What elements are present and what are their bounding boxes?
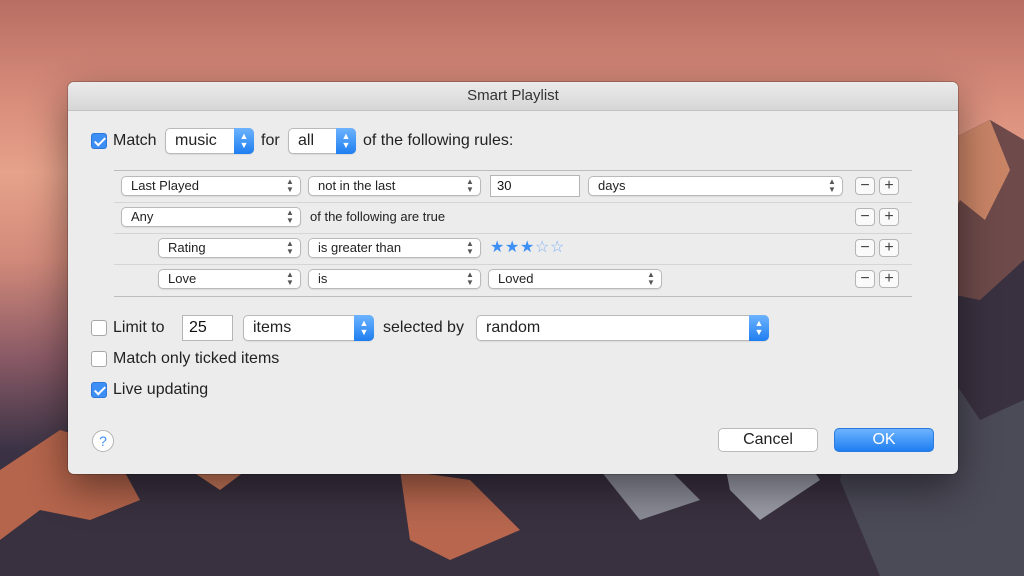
rule-field-popup[interactable]: Rating ▲ ▼ (158, 238, 301, 258)
chevron-updown-icon: ▲ ▼ (286, 239, 294, 256)
star-filled-icon[interactable]: ★ (490, 239, 504, 257)
smart-playlist-dialog: Smart Playlist Match music ▲ ▼ for all ▲ ▼… (68, 82, 958, 474)
rule-field-value: Last Played (131, 178, 199, 193)
remove-rule-button[interactable]: − (855, 177, 875, 195)
selected-by-popup[interactable]: random ▲ ▼ (476, 315, 769, 341)
chevron-updown-icon: ▲ ▼ (336, 128, 356, 154)
rule-value-value: Loved (498, 271, 534, 286)
match-checkbox[interactable] (91, 133, 107, 149)
for-label: for (261, 132, 280, 149)
media-kind-popup[interactable]: music ▲ ▼ (165, 128, 254, 154)
limit-unit-popup[interactable]: items ▲ ▼ (243, 315, 374, 341)
media-kind-value: music (175, 132, 217, 149)
add-rule-button[interactable]: + (879, 177, 899, 195)
ok-button[interactable]: OK (834, 428, 934, 452)
add-rule-button[interactable]: + (879, 208, 899, 226)
add-rule-button[interactable]: + (879, 270, 899, 288)
chevron-updown-icon: ▲ ▼ (234, 128, 254, 154)
remove-rule-button[interactable]: − (855, 208, 875, 226)
match-suffix-label: of the following rules: (363, 132, 514, 149)
remove-rule-button[interactable]: − (855, 239, 875, 257)
chevron-updown-icon: ▲ ▼ (286, 270, 294, 287)
rule-field-value: Rating (168, 240, 206, 255)
match-scope-value: all (298, 132, 315, 149)
live-updating-checkbox[interactable] (91, 382, 107, 398)
chevron-updown-icon: ▲ ▼ (354, 315, 374, 341)
cancel-button[interactable]: Cancel (718, 428, 818, 452)
add-rule-button[interactable]: + (879, 239, 899, 257)
remove-rule-button[interactable]: − (855, 270, 875, 288)
chevron-updown-icon: ▲ ▼ (749, 315, 769, 341)
live-updating-label: Live updating (113, 381, 209, 398)
rule-group-value: Any (131, 209, 154, 224)
match-label: Match (113, 132, 157, 149)
rule-field-popup[interactable]: Last Played ▲ ▼ (121, 176, 301, 196)
limit-count-field[interactable]: 25 (182, 315, 233, 341)
chevron-updown-icon: ▲ ▼ (828, 177, 836, 194)
rule-operator-value: is greater than (318, 240, 402, 255)
rule-unit-value: days (598, 178, 626, 193)
chevron-updown-icon: ▲ ▼ (466, 239, 474, 256)
rating-stars[interactable]: ★ ★ ★ ☆ ☆ (490, 239, 580, 257)
star-empty-icon[interactable]: ☆ (535, 239, 549, 257)
rule-operator-popup[interactable]: not in the last ▲ ▼ (308, 176, 481, 196)
star-filled-icon[interactable]: ★ (505, 239, 519, 257)
chevron-updown-icon: ▲ ▼ (286, 177, 294, 194)
selected-by-value: random (486, 319, 541, 336)
star-filled-icon[interactable]: ★ (520, 239, 534, 257)
rule-field-value: Love (168, 271, 197, 286)
rule-field-popup[interactable]: Love ▲ ▼ (158, 269, 301, 289)
match-ticked-label: Match only ticked items (113, 350, 280, 367)
chevron-updown-icon: ▲ ▼ (466, 270, 474, 287)
selected-by-label: selected by (383, 319, 464, 336)
rule-group-popup[interactable]: Any ▲ ▼ (121, 207, 301, 227)
star-empty-icon[interactable]: ☆ (550, 239, 564, 257)
help-button[interactable]: ? (92, 430, 114, 452)
match-scope-popup[interactable]: all ▲ ▼ (288, 128, 356, 154)
rule-value-popup[interactable]: Loved ▲ ▼ (488, 269, 662, 289)
limit-unit-value: items (253, 319, 292, 336)
rule-operator-value: not in the last (318, 178, 396, 193)
limit-label: Limit to (113, 319, 165, 336)
rule-operator-popup[interactable]: is ▲ ▼ (308, 269, 481, 289)
rule-days-field[interactable]: 30 (490, 175, 580, 197)
rule-operator-popup[interactable]: is greater than ▲ ▼ (308, 238, 481, 258)
chevron-updown-icon: ▲ ▼ (647, 270, 655, 287)
match-ticked-checkbox[interactable] (91, 351, 107, 367)
rule-group-text: of the following are true (310, 209, 446, 224)
window-title: Smart Playlist (68, 82, 958, 111)
rules-list: Last Played ▲ ▼ not in the last ▲ ▼ 30 day… (114, 170, 912, 297)
chevron-updown-icon: ▲ ▼ (466, 177, 474, 194)
chevron-updown-icon: ▲ ▼ (286, 208, 294, 225)
rule-operator-value: is (318, 271, 328, 286)
rule-unit-popup[interactable]: days ▲ ▼ (588, 176, 843, 196)
limit-checkbox[interactable] (91, 320, 107, 336)
